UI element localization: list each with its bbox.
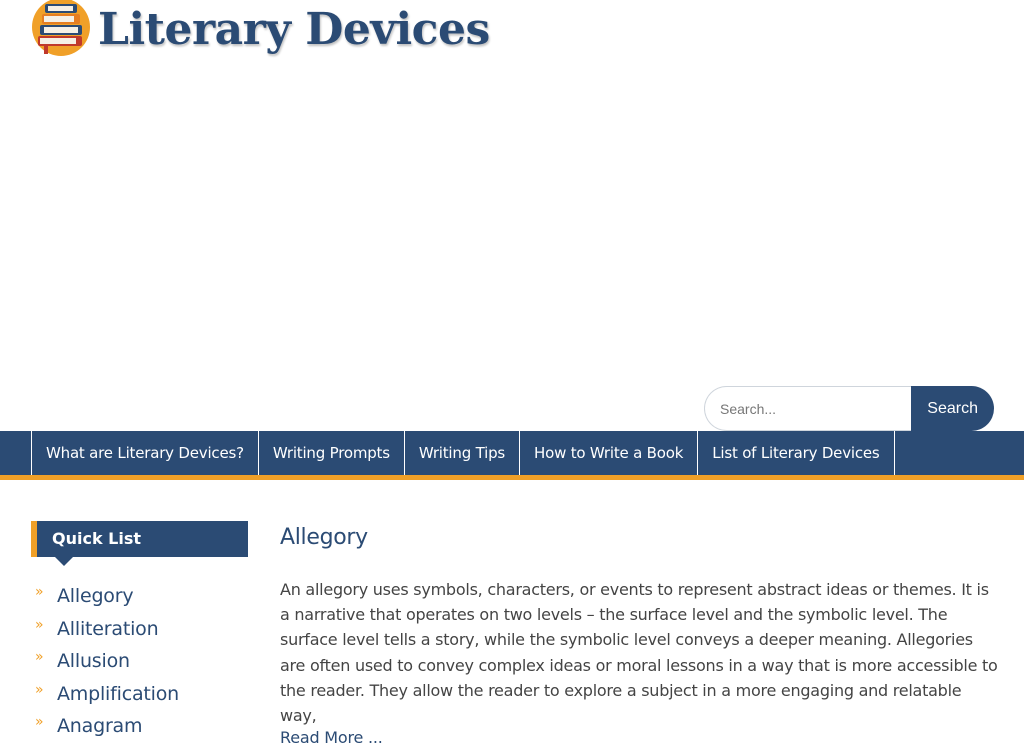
quick-list-item-allusion[interactable]: » Allusion	[31, 645, 248, 678]
nav-item-what-are-literary-devices[interactable]: What are Literary Devices?	[32, 431, 259, 475]
chevron-right-icon: »	[35, 649, 44, 666]
search-form: Search	[704, 386, 994, 431]
quick-list: » Allegory » Alliteration » Allusion » A…	[31, 580, 248, 743]
chevron-right-icon: »	[35, 714, 44, 731]
main-navigation: What are Literary Devices? Writing Promp…	[0, 431, 1024, 480]
quick-list-label: Anagram	[57, 715, 143, 738]
quick-list-label: Amplification	[57, 682, 179, 705]
chevron-right-icon: »	[35, 681, 44, 698]
search-input[interactable]	[704, 386, 912, 431]
article-title[interactable]: Allegory	[280, 525, 1000, 550]
quick-list-item-anagram[interactable]: » Anagram	[31, 710, 248, 743]
nav-item-how-to-write-a-book[interactable]: How to Write a Book	[520, 431, 699, 475]
site-title: Literary Devices	[98, 4, 490, 55]
search-button[interactable]: Search	[911, 386, 994, 431]
site-logo[interactable]: Literary Devices	[30, 0, 490, 62]
chevron-right-icon: »	[35, 616, 44, 633]
article-excerpt: An allegory uses symbols, characters, or…	[280, 580, 998, 726]
sidebar: Quick List » Allegory » Alliteration » A…	[31, 521, 248, 743]
article: Allegory An allegory uses symbols, chara…	[280, 521, 1000, 747]
quick-list-title: Quick List	[31, 521, 248, 566]
quick-list-label: Alliteration	[57, 617, 159, 640]
quick-list-label: Allegory	[57, 585, 134, 608]
quick-list-item-amplification[interactable]: » Amplification	[31, 678, 248, 711]
nav-item-writing-prompts[interactable]: Writing Prompts	[259, 431, 405, 475]
quick-list-item-allegory[interactable]: » Allegory	[31, 580, 248, 613]
read-more-link[interactable]: Read More ...	[280, 728, 383, 747]
quick-list-item-alliteration[interactable]: » Alliteration	[31, 613, 248, 646]
nav-list: What are Literary Devices? Writing Promp…	[31, 431, 1024, 475]
chevron-right-icon: »	[35, 584, 44, 601]
nav-item-writing-tips[interactable]: Writing Tips	[405, 431, 521, 475]
quick-list-label: Allusion	[57, 650, 130, 673]
nav-item-list-of-literary-devices[interactable]: List of Literary Devices	[698, 431, 895, 475]
books-stack-icon	[30, 0, 92, 58]
